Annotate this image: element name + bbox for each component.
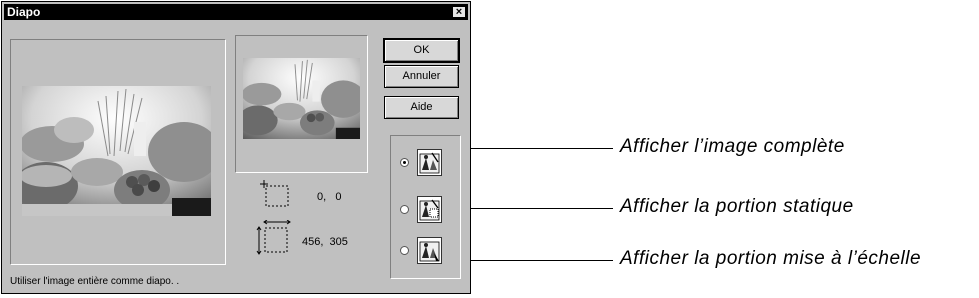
ok-button[interactable]: OK [383,38,460,63]
title-bar: Diapo × [4,4,468,20]
static-portion-icon [417,196,442,223]
callout-line-static [470,208,613,209]
scaled-portion-radio[interactable] [400,246,409,255]
position-icon [260,180,289,207]
thumbnail-panel [235,35,368,173]
static-portion-radio[interactable] [400,205,409,214]
callout-line-full [470,148,613,149]
full-image-icon [417,149,442,176]
callout-full-image: Afficher l’image complète [620,136,845,157]
slide-preview-panel [10,39,226,265]
slide-preview-image [22,86,211,216]
full-image-radio[interactable] [400,158,409,167]
diapo-dialog: Diapo × 0, 0 456, 305 OK Annuler Aide Ut… [1,1,471,294]
callout-scaled-portion: Afficher la portion mise à l’échelle [620,248,922,269]
position-readout: 0, 0 [317,191,342,203]
close-icon: × [455,6,463,18]
callout-static-portion: Afficher la portion statique [620,196,854,217]
thumbnail-image [243,58,360,139]
close-button[interactable]: × [452,6,466,18]
display-mode-group [390,135,461,279]
status-bar-text: Utiliser l'image entière comme diapo. . [10,276,180,287]
window-title: Diapo [7,5,41,19]
cancel-button[interactable]: Annuler [384,65,459,88]
callout-line-scaled [470,260,613,261]
size-icon [256,220,291,255]
scaled-portion-icon [417,237,442,264]
help-button[interactable]: Aide [384,96,459,119]
size-readout: 456, 305 [302,236,348,248]
